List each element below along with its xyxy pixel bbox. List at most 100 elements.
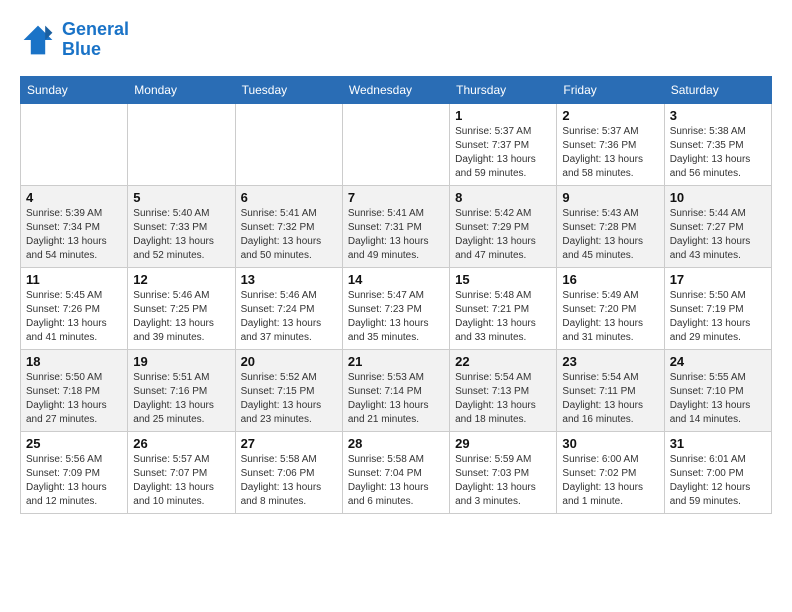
weekday-header: Thursday bbox=[450, 76, 557, 103]
calendar-cell: 15 Sunrise: 5:48 AM Sunset: 7:21 PM Dayli… bbox=[450, 267, 557, 349]
weekday-header: Sunday bbox=[21, 76, 128, 103]
calendar-cell: 11 Sunrise: 5:45 AM Sunset: 7:26 PM Dayli… bbox=[21, 267, 128, 349]
calendar-cell: 5 Sunrise: 5:40 AM Sunset: 7:33 PM Daylig… bbox=[128, 185, 235, 267]
calendar-cell bbox=[342, 103, 449, 185]
calendar-cell: 13 Sunrise: 5:46 AM Sunset: 7:24 PM Dayli… bbox=[235, 267, 342, 349]
calendar-cell: 10 Sunrise: 5:44 AM Sunset: 7:27 PM Dayli… bbox=[664, 185, 771, 267]
day-number: 28 bbox=[348, 436, 444, 451]
calendar-cell: 31 Sunrise: 6:01 AM Sunset: 7:00 PM Dayli… bbox=[664, 431, 771, 513]
day-info: Sunrise: 5:44 AM Sunset: 7:27 PM Dayligh… bbox=[670, 207, 766, 263]
day-number: 25 bbox=[26, 436, 122, 451]
calendar-cell: 1 Sunrise: 5:37 AM Sunset: 7:37 PM Daylig… bbox=[450, 103, 557, 185]
day-info: Sunrise: 5:46 AM Sunset: 7:24 PM Dayligh… bbox=[241, 289, 337, 345]
day-number: 18 bbox=[26, 354, 122, 369]
day-info: Sunrise: 5:48 AM Sunset: 7:21 PM Dayligh… bbox=[455, 289, 551, 345]
calendar-cell: 30 Sunrise: 6:00 AM Sunset: 7:02 PM Dayli… bbox=[557, 431, 664, 513]
calendar-cell: 18 Sunrise: 5:50 AM Sunset: 7:18 PM Dayli… bbox=[21, 349, 128, 431]
day-number: 29 bbox=[455, 436, 551, 451]
calendar-cell: 20 Sunrise: 5:52 AM Sunset: 7:15 PM Dayli… bbox=[235, 349, 342, 431]
day-info: Sunrise: 5:58 AM Sunset: 7:04 PM Dayligh… bbox=[348, 453, 444, 509]
day-info: Sunrise: 6:01 AM Sunset: 7:00 PM Dayligh… bbox=[670, 453, 766, 509]
calendar-cell: 9Sunrise: 5:43 AM Sunset: 7:28 PM Daylig… bbox=[557, 185, 664, 267]
day-number: 17 bbox=[670, 272, 766, 287]
day-info: Sunrise: 5:40 AM Sunset: 7:33 PM Dayligh… bbox=[133, 207, 229, 263]
day-info: Sunrise: 5:56 AM Sunset: 7:09 PM Dayligh… bbox=[26, 453, 122, 509]
day-number: 13 bbox=[241, 272, 337, 287]
day-number: 6 bbox=[241, 190, 337, 205]
logo: General Blue bbox=[20, 20, 129, 60]
calendar-cell: 3 Sunrise: 5:38 AM Sunset: 7:35 PM Daylig… bbox=[664, 103, 771, 185]
weekday-header: Tuesday bbox=[235, 76, 342, 103]
day-info: Sunrise: 5:50 AM Sunset: 7:18 PM Dayligh… bbox=[26, 371, 122, 427]
calendar-cell: 4 Sunrise: 5:39 AM Sunset: 7:34 PM Daylig… bbox=[21, 185, 128, 267]
day-info: Sunrise: 5:51 AM Sunset: 7:16 PM Dayligh… bbox=[133, 371, 229, 427]
day-info: Sunrise: 5:52 AM Sunset: 7:15 PM Dayligh… bbox=[241, 371, 337, 427]
logo-icon bbox=[20, 22, 56, 58]
day-number: 10 bbox=[670, 190, 766, 205]
day-number: 3 bbox=[670, 108, 766, 123]
weekday-header: Saturday bbox=[664, 76, 771, 103]
weekday-header: Wednesday bbox=[342, 76, 449, 103]
day-info: Sunrise: 5:59 AM Sunset: 7:03 PM Dayligh… bbox=[455, 453, 551, 509]
calendar-cell: 6 Sunrise: 5:41 AM Sunset: 7:32 PM Daylig… bbox=[235, 185, 342, 267]
day-number: 30 bbox=[562, 436, 658, 451]
day-number: 16 bbox=[562, 272, 658, 287]
day-number: 23 bbox=[562, 354, 658, 369]
day-number: 15 bbox=[455, 272, 551, 287]
calendar-cell: 12 Sunrise: 5:46 AM Sunset: 7:25 PM Dayli… bbox=[128, 267, 235, 349]
calendar-cell: 25 Sunrise: 5:56 AM Sunset: 7:09 PM Dayli… bbox=[21, 431, 128, 513]
day-info: Sunrise: 5:38 AM Sunset: 7:35 PM Dayligh… bbox=[670, 125, 766, 181]
day-number: 1 bbox=[455, 108, 551, 123]
day-number: 27 bbox=[241, 436, 337, 451]
calendar-cell bbox=[235, 103, 342, 185]
day-info: Sunrise: 5:45 AM Sunset: 7:26 PM Dayligh… bbox=[26, 289, 122, 345]
day-info: Sunrise: 5:58 AM Sunset: 7:06 PM Dayligh… bbox=[241, 453, 337, 509]
weekday-header: Friday bbox=[557, 76, 664, 103]
day-info: Sunrise: 5:42 AM Sunset: 7:29 PM Dayligh… bbox=[455, 207, 551, 263]
day-number: 31 bbox=[670, 436, 766, 451]
calendar-cell: 7 Sunrise: 5:41 AM Sunset: 7:31 PM Daylig… bbox=[342, 185, 449, 267]
day-number: 8 bbox=[455, 190, 551, 205]
calendar-cell: 28 Sunrise: 5:58 AM Sunset: 7:04 PM Dayli… bbox=[342, 431, 449, 513]
day-number: 7 bbox=[348, 190, 444, 205]
day-info: Sunrise: 5:37 AM Sunset: 7:36 PM Dayligh… bbox=[562, 125, 658, 181]
day-number: 24 bbox=[670, 354, 766, 369]
weekday-header: Monday bbox=[128, 76, 235, 103]
calendar-cell: 21 Sunrise: 5:53 AM Sunset: 7:14 PM Dayli… bbox=[342, 349, 449, 431]
day-info: Sunrise: 5:54 AM Sunset: 7:11 PM Dayligh… bbox=[562, 371, 658, 427]
calendar-cell: 17 Sunrise: 5:50 AM Sunset: 7:19 PM Dayli… bbox=[664, 267, 771, 349]
calendar-cell: 24 Sunrise: 5:55 AM Sunset: 7:10 PM Dayli… bbox=[664, 349, 771, 431]
calendar-cell: 27 Sunrise: 5:58 AM Sunset: 7:06 PM Dayli… bbox=[235, 431, 342, 513]
day-info: Sunrise: 5:55 AM Sunset: 7:10 PM Dayligh… bbox=[670, 371, 766, 427]
day-number: 4 bbox=[26, 190, 122, 205]
day-info: Sunrise: 5:46 AM Sunset: 7:25 PM Dayligh… bbox=[133, 289, 229, 345]
day-number: 20 bbox=[241, 354, 337, 369]
day-number: 11 bbox=[26, 272, 122, 287]
day-info: Sunrise: 5:57 AM Sunset: 7:07 PM Dayligh… bbox=[133, 453, 229, 509]
day-info: Sunrise: 6:00 AM Sunset: 7:02 PM Dayligh… bbox=[562, 453, 658, 509]
calendar-cell: 26 Sunrise: 5:57 AM Sunset: 7:07 PM Dayli… bbox=[128, 431, 235, 513]
day-number: 12 bbox=[133, 272, 229, 287]
day-number: 19 bbox=[133, 354, 229, 369]
day-info: Sunrise: 5:41 AM Sunset: 7:32 PM Dayligh… bbox=[241, 207, 337, 263]
day-info: Sunrise: 5:53 AM Sunset: 7:14 PM Dayligh… bbox=[348, 371, 444, 427]
day-info: Sunrise: 5:41 AM Sunset: 7:31 PM Dayligh… bbox=[348, 207, 444, 263]
calendar-cell: 16Sunrise: 5:49 AM Sunset: 7:20 PM Dayli… bbox=[557, 267, 664, 349]
day-info: Sunrise: 5:43 AM Sunset: 7:28 PM Dayligh… bbox=[562, 207, 658, 263]
calendar-cell bbox=[128, 103, 235, 185]
logo-text: General Blue bbox=[62, 20, 129, 60]
calendar-table: SundayMondayTuesdayWednesdayThursdayFrid… bbox=[20, 76, 772, 514]
calendar-cell: 8 Sunrise: 5:42 AM Sunset: 7:29 PM Daylig… bbox=[450, 185, 557, 267]
day-number: 21 bbox=[348, 354, 444, 369]
calendar-cell bbox=[21, 103, 128, 185]
calendar-cell: 14Sunrise: 5:47 AM Sunset: 7:23 PM Dayli… bbox=[342, 267, 449, 349]
calendar-cell: 29 Sunrise: 5:59 AM Sunset: 7:03 PM Dayli… bbox=[450, 431, 557, 513]
day-info: Sunrise: 5:39 AM Sunset: 7:34 PM Dayligh… bbox=[26, 207, 122, 263]
day-number: 22 bbox=[455, 354, 551, 369]
day-info: Sunrise: 5:37 AM Sunset: 7:37 PM Dayligh… bbox=[455, 125, 551, 181]
calendar-cell: 2Sunrise: 5:37 AM Sunset: 7:36 PM Daylig… bbox=[557, 103, 664, 185]
day-number: 26 bbox=[133, 436, 229, 451]
day-number: 5 bbox=[133, 190, 229, 205]
calendar-cell: 19 Sunrise: 5:51 AM Sunset: 7:16 PM Dayli… bbox=[128, 349, 235, 431]
day-info: Sunrise: 5:50 AM Sunset: 7:19 PM Dayligh… bbox=[670, 289, 766, 345]
